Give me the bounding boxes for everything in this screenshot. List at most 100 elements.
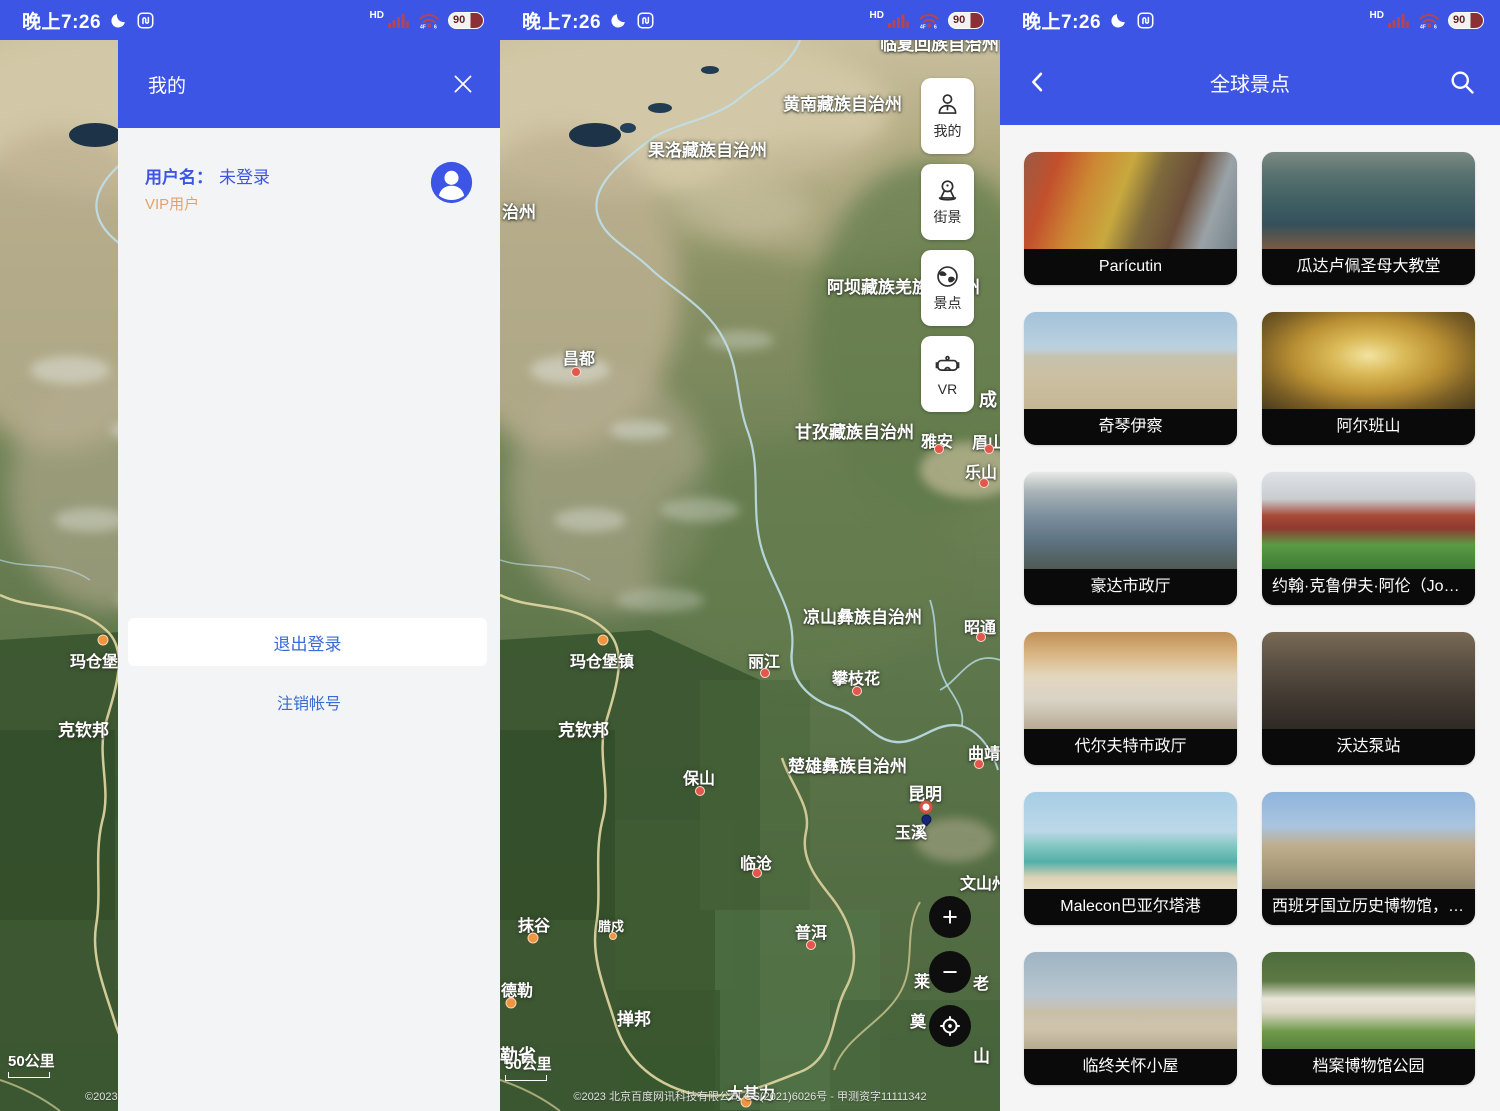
poi-title: 代尔夫特市政厅 [1024, 729, 1237, 765]
poi-card[interactable]: 奇琴伊察 [1024, 312, 1237, 445]
wifi-icon: 4F6 [1418, 12, 1440, 29]
poi-card[interactable]: 临终关怀小屋 [1024, 952, 1237, 1085]
signal-icon [888, 12, 910, 28]
poi-photo [1024, 792, 1237, 889]
svg-text:6: 6 [1434, 24, 1437, 29]
poi-title: 沃达泵站 [1262, 729, 1475, 765]
poi-photo [1262, 312, 1475, 409]
poi-card[interactable]: 沃达泵站 [1262, 632, 1475, 765]
nfc-icon [137, 12, 154, 29]
poi-photo [1024, 632, 1237, 729]
poi-card[interactable]: 西班牙国立历史博物馆，查… [1262, 792, 1475, 925]
poi-card[interactable]: 约翰·克鲁伊夫·阿伦（Johan... [1262, 472, 1475, 605]
signal-icon [1388, 12, 1410, 28]
poi-title: 档案博物馆公园 [1262, 1049, 1475, 1085]
map-marker[interactable] [598, 635, 609, 646]
map-marker[interactable] [695, 786, 705, 796]
toolbar-label: 街景 [934, 207, 962, 227]
map-place-label: 凉山彝族自治州 [803, 603, 922, 628]
map-place-label: 甘孜藏族自治州 [795, 418, 914, 443]
logout-button[interactable]: 退出登录 [128, 618, 487, 666]
search-icon[interactable] [1448, 68, 1476, 96]
map-place-label: 果洛藏族自治州 [648, 136, 767, 161]
hd-label: HD [1370, 10, 1384, 21]
poi-photo [1262, 632, 1475, 729]
toolbar-streetview-button[interactable]: 街景 [921, 164, 974, 240]
map-place-label: 黄南藏族自治州 [783, 90, 902, 115]
map-place-label: 德勒 [501, 977, 533, 1001]
poi-title: 临终关怀小屋 [1024, 1049, 1237, 1085]
poi-photo [1024, 952, 1237, 1049]
map-marker[interactable] [752, 868, 762, 878]
zoom-in-button[interactable]: + [929, 896, 971, 938]
map-marker[interactable] [609, 932, 617, 940]
poi-title: 西班牙国立历史博物馆，查… [1262, 889, 1475, 925]
map-marker[interactable] [806, 940, 816, 950]
poi-card[interactable]: 阿尔班山 [1262, 312, 1475, 445]
map-marker[interactable] [98, 635, 109, 646]
locate-icon [937, 1013, 963, 1039]
map-marker[interactable] [852, 686, 862, 696]
map-place-label: 楚雄彝族自治州 [788, 752, 907, 777]
vr-headset-icon [934, 351, 961, 378]
map-marker[interactable] [528, 933, 539, 944]
map-marker[interactable] [571, 367, 581, 377]
zoom-out-button[interactable]: − [929, 951, 971, 993]
map-place-label: 文山州 [960, 870, 1000, 894]
toolbar-my-button[interactable]: 我的 [921, 78, 974, 154]
poi-card[interactable]: Parícutin [1024, 152, 1237, 285]
profile-drawer: 我的 用户名：未登录 VIP用户 退出登录 注销帐号 [118, 40, 500, 1111]
map-marker[interactable] [976, 632, 986, 642]
poi-photo [1024, 312, 1237, 409]
attractions-grid: Parícutin 瓜达卢佩圣母大教堂奇琴伊察阿尔班山豪达市政厅约翰·克鲁伊夫·阿… [1000, 125, 1500, 1111]
poi-card[interactable]: 豪达市政厅 [1024, 472, 1237, 605]
battery-percent: 90 [1453, 15, 1465, 26]
poi-photo [1262, 152, 1475, 249]
toolbar-attractions-button[interactable]: 景点 [921, 250, 974, 326]
map-place-label: 奠 [910, 1008, 926, 1032]
map-place-label: 克钦邦 [58, 716, 109, 741]
close-icon[interactable] [450, 71, 476, 97]
toolbar-label: VR [938, 381, 957, 397]
delete-account-button[interactable]: 注销帐号 [118, 690, 500, 714]
poi-title: 豪达市政厅 [1024, 569, 1237, 605]
attractions-header: 全球景点 [1000, 40, 1500, 125]
status-time: 晚上7:26 [522, 7, 601, 34]
poi-photo [1262, 472, 1475, 569]
svg-text:4F: 4F [920, 24, 926, 29]
wifi-icon: 4F6 [918, 12, 940, 29]
avatar[interactable] [429, 160, 474, 205]
map-marker[interactable] [506, 998, 517, 1009]
map-marker[interactable] [760, 668, 770, 678]
map-scale-label: 50公里 [8, 1050, 55, 1078]
back-icon[interactable] [1024, 68, 1052, 96]
toolbar-vr-button[interactable]: VR [921, 336, 974, 412]
map-marker[interactable] [984, 444, 994, 454]
map-marker[interactable] [974, 759, 984, 769]
poi-title: 奇琴伊察 [1024, 409, 1237, 445]
poi-photo [1024, 152, 1237, 249]
poi-title: 约翰·克鲁伊夫·阿伦（Johan... [1262, 569, 1475, 605]
poi-card[interactable]: 档案博物馆公园 [1262, 952, 1475, 1085]
map-side-toolbar: 我的 街景 景点 VR [921, 78, 974, 412]
poi-title: 瓜达卢佩圣母大教堂 [1262, 249, 1475, 285]
map-screen: 临夏回族自治州黄南藏族自治州果洛藏族自治州治州阿坝藏族羌族自治州昌都甘孜藏族自治… [500, 0, 1000, 1111]
map-place-label: 玛仓堡镇 [570, 648, 634, 672]
battery-percent: 90 [953, 15, 965, 26]
map-marker[interactable] [934, 444, 944, 454]
map-copyright: ©2023 北京百度网讯科技有限公司 GS(2021)6026号 - 甲测资字1… [500, 1088, 1000, 1104]
status-bar: 晚上7:26 HD 4F6 90 [500, 0, 1000, 40]
map-place-label: 成 [979, 386, 997, 412]
person-icon [934, 91, 961, 118]
page-title: 全球景点 [1210, 68, 1290, 97]
poi-card[interactable]: 瓜达卢佩圣母大教堂 [1262, 152, 1475, 285]
poi-card[interactable]: Malecon巴亚尔塔港 [1024, 792, 1237, 925]
map-marker[interactable] [979, 478, 989, 488]
hd-label: HD [870, 10, 884, 21]
map-marker[interactable] [920, 801, 933, 814]
battery-icon: 90 [1448, 12, 1484, 29]
poi-card[interactable]: 代尔夫特市政厅 [1024, 632, 1237, 765]
vip-label: VIP用户 [145, 193, 199, 214]
signal-icon [388, 12, 410, 28]
locate-button[interactable] [929, 1005, 971, 1047]
